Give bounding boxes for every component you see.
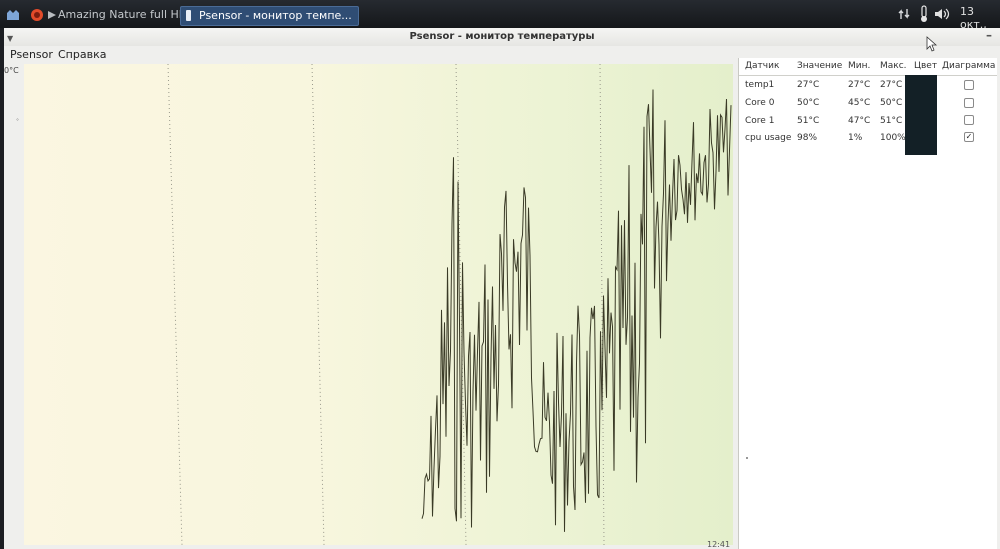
- table-header: Датчик Значение Мин. Макс. Цвет Диаграмм…: [739, 58, 997, 76]
- volume-icon[interactable]: [934, 8, 952, 20]
- graph-checkbox-cpu-usage[interactable]: ✓: [964, 132, 974, 142]
- table-row[interactable]: temp1 27°C 27°C 27°C: [739, 76, 905, 93]
- time-label: 12:41: [707, 540, 731, 549]
- sensor-min: 1%: [848, 133, 863, 143]
- taskbar: Amazing Nature full HD ... Psensor - мон…: [0, 0, 1000, 31]
- sensor-value: 51°C: [797, 116, 820, 126]
- col-sensor[interactable]: Датчик: [745, 61, 779, 71]
- col-value[interactable]: Значение: [797, 61, 842, 71]
- window-title: Psensor - монитор температуры: [409, 31, 595, 42]
- sensor-max: 51°C: [880, 116, 903, 126]
- sensor-name: Core 0: [745, 98, 775, 108]
- sensor-name: temp1: [745, 80, 775, 90]
- sensor-min: 47°C: [848, 116, 871, 126]
- sensor-max: 50°C: [880, 98, 903, 108]
- sensor-value: 27°C: [797, 80, 820, 90]
- graph-canvas: [167, 64, 732, 545]
- sensor-name: cpu usage: [745, 133, 792, 143]
- sensor-min: 45°C: [848, 98, 871, 108]
- sensor-min: 27°C: [848, 80, 871, 90]
- stray-dot: [746, 457, 748, 459]
- y-axis-tick-label: °: [16, 118, 19, 125]
- network-icon[interactable]: [898, 8, 910, 20]
- task-psensor[interactable]: Psensor - монитор темпе...: [180, 6, 359, 26]
- table-row[interactable]: cpu usage 98% 1% 100%: [739, 129, 906, 146]
- browser-icon[interactable]: [30, 8, 44, 22]
- graph-time-gridlines: [167, 64, 605, 545]
- mouse-cursor-icon: [926, 36, 938, 52]
- y-axis-top-label: 0°C: [4, 66, 19, 75]
- play-icon: [48, 11, 56, 19]
- table-row[interactable]: Core 1 51°C 47°C 51°C: [739, 112, 905, 129]
- col-graph[interactable]: Диаграмма: [942, 61, 995, 71]
- sensor-max: 100%: [880, 133, 906, 143]
- titlebar: ▼ Psensor - монитор температуры –: [4, 28, 1000, 46]
- sensor-graph: [24, 64, 733, 545]
- col-max[interactable]: Макс.: [880, 61, 907, 71]
- menu-psensor[interactable]: Psensor: [10, 46, 53, 64]
- psensor-task-icon: [186, 10, 191, 21]
- sensor-value: 98%: [797, 133, 818, 143]
- graph-checkbox-core0[interactable]: [964, 98, 974, 108]
- task-psensor-label: Psensor - монитор темпе...: [199, 9, 352, 22]
- graph-checkbox-temp1[interactable]: [964, 80, 974, 90]
- table-row[interactable]: Core 0 50°C 45°C 50°C: [739, 94, 905, 111]
- sensor-color-swatches[interactable]: [905, 75, 937, 155]
- minimize-icon[interactable]: –: [986, 26, 992, 44]
- sensor-table: Датчик Значение Мин. Макс. Цвет Диаграмм…: [738, 58, 997, 549]
- cpu-usage-line: [421, 89, 732, 532]
- thermometer-icon[interactable]: [918, 5, 930, 23]
- sensor-value: 50°C: [797, 98, 820, 108]
- menu-help[interactable]: Справка: [58, 46, 106, 64]
- app-menu-icon[interactable]: [6, 9, 20, 21]
- graph-checkbox-core1[interactable]: [964, 115, 974, 125]
- sensor-name: Core 1: [745, 116, 775, 126]
- col-color[interactable]: Цвет: [914, 61, 937, 71]
- sensor-max: 27°C: [880, 80, 903, 90]
- col-min[interactable]: Мин.: [848, 61, 870, 71]
